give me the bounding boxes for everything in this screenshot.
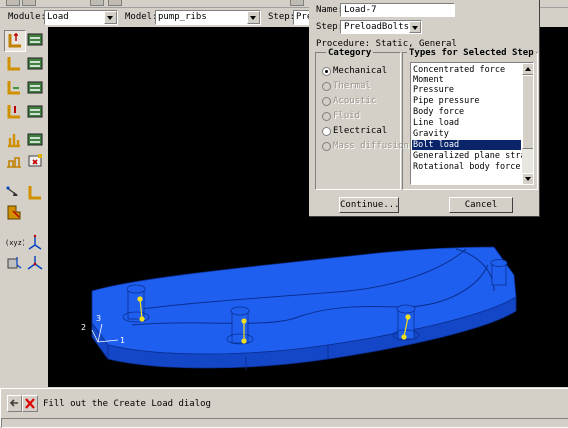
model-value: pump_ribs [158, 12, 207, 22]
name-value: Load-7 [344, 5, 377, 15]
types-listbox[interactable]: Concentrated force Moment Pressure Pipe … [410, 62, 534, 185]
toolbar-button[interactable] [90, 0, 104, 6]
edit-csys-icon[interactable] [4, 253, 24, 273]
scroll-up-icon[interactable] [522, 63, 533, 75]
radio-acoustic: Acoustic [322, 95, 400, 108]
triad-label-1: 1 [120, 336, 125, 345]
list-item[interactable]: Moment [412, 75, 521, 85]
partition-icon[interactable] [4, 203, 24, 223]
radio-thermal: Thermal [322, 80, 400, 93]
step-value: PreloadBolts [344, 22, 410, 32]
radio-mechanical[interactable]: Mechanical [322, 65, 400, 78]
module-combo[interactable]: Load [44, 10, 118, 25]
list-item[interactable]: Line load [412, 118, 521, 128]
toolbar-button[interactable] [22, 0, 36, 6]
triad-label-2: 2 [81, 323, 86, 332]
module-label: Module: [8, 12, 46, 22]
prompt-text: Fill out the Create Load dialog [43, 399, 211, 409]
amplitude-manager-icon[interactable] [25, 151, 45, 171]
triad-label-3: 3 [96, 314, 101, 323]
scroll-thumb[interactable] [522, 75, 533, 149]
toolbox: (xyz) [0, 27, 48, 387]
create-load-case-icon[interactable] [4, 102, 24, 122]
radio-electrical[interactable]: Electrical [322, 125, 400, 138]
list-item[interactable]: Generalized plane strain [412, 151, 533, 161]
load-case-manager-icon[interactable] [25, 102, 45, 122]
cancel-button[interactable]: Cancel [449, 197, 513, 213]
list-item[interactable]: Concentrated force [412, 65, 521, 75]
list-item[interactable]: Pressure [412, 85, 521, 95]
field-manager-icon[interactable] [25, 78, 45, 98]
step-combo[interactable]: PreloadBolts [340, 20, 422, 34]
create-load-dialog: Name: Load-7 Step: PreloadBolts Procedur… [309, 0, 540, 217]
module-value: Load [47, 12, 69, 22]
chevron-down-icon[interactable] [409, 21, 421, 33]
amplitude-icon[interactable] [4, 151, 24, 171]
scroll-down-icon[interactable] [522, 173, 533, 184]
bolt-4 [490, 259, 508, 286]
svg-text:(xyz): (xyz) [5, 239, 24, 247]
axis-triad-icon[interactable] [25, 253, 45, 273]
model-combo[interactable]: pump_ribs [155, 10, 261, 25]
predefined-field-manager-icon[interactable] [25, 130, 45, 150]
back-arrow-icon[interactable] [7, 395, 22, 412]
create-load-icon[interactable] [4, 30, 26, 52]
message-area [1, 418, 568, 428]
step-label: Step: [268, 12, 296, 22]
model-label: Model: [125, 12, 158, 22]
assign-csys-icon[interactable] [25, 233, 45, 253]
toolbar-button[interactable] [6, 0, 20, 6]
toolbar-button[interactable] [108, 0, 122, 6]
types-group: Types for Selected Step Concentrated for… [402, 48, 538, 190]
list-item[interactable]: Gravity [412, 129, 521, 139]
create-predefined-field-icon[interactable] [4, 130, 24, 150]
pump-rib-part [91, 246, 517, 355]
prompt-area: Fill out the Create Load dialog [0, 388, 568, 428]
query-icon[interactable] [4, 183, 24, 203]
close-x-icon[interactable] [22, 395, 38, 412]
create-field-icon[interactable] [4, 78, 24, 98]
datum-csys-icon[interactable]: (xyz) [4, 233, 24, 253]
radio-mass-diffusion: Mass diffusion [322, 140, 409, 153]
bc-manager-icon[interactable] [25, 54, 45, 74]
list-item[interactable]: Rotational body force [412, 162, 521, 172]
types-scrollbar[interactable] [522, 63, 533, 184]
continue-button[interactable]: Continue... [339, 197, 400, 213]
category-group: Category Mechanical Thermal Acoustic Flu… [315, 48, 409, 190]
radio-fluid: Fluid [322, 110, 400, 123]
types-title: Types for Selected Step [407, 48, 536, 58]
list-item-selected[interactable]: Bolt load [412, 140, 521, 150]
list-item[interactable]: Body force [412, 107, 521, 117]
category-title: Category [326, 48, 374, 58]
load-manager-icon[interactable] [25, 30, 45, 50]
datum-icon[interactable] [25, 183, 45, 203]
toolbar-button[interactable] [290, 0, 304, 6]
name-field[interactable]: Load-7 [340, 3, 455, 17]
create-bc-icon[interactable] [4, 54, 24, 74]
list-item[interactable]: Pipe pressure [412, 96, 521, 106]
chevron-down-icon[interactable] [247, 11, 260, 24]
chevron-down-icon[interactable] [104, 11, 117, 24]
